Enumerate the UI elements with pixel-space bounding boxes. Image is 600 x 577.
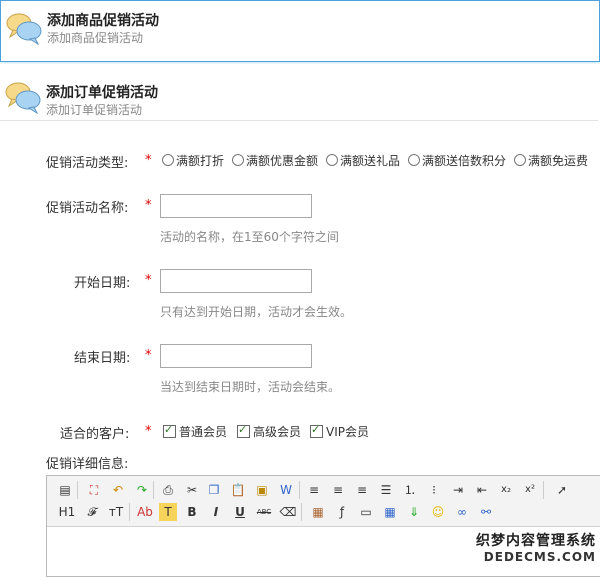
checkbox-vip-member[interactable]: VIP会员 [310,423,369,440]
required-mark: * [145,198,152,213]
radio-discount[interactable]: 满额打折 [162,152,224,169]
indent-icon[interactable]: ⇥ [449,481,467,499]
end-date-input[interactable] [160,344,312,368]
checkbox-checked-icon[interactable] [310,423,323,438]
watermark-line-2: DEDECMS.COM [483,550,596,564]
promotion-name-label: 促销活动名称: [46,201,129,216]
radio-circle-icon[interactable] [514,154,526,166]
image-icon[interactable]: ▦ [309,503,327,521]
cut-icon[interactable]: ✂ [183,481,201,499]
unlink-icon[interactable]: ⚯ [477,503,495,521]
toolbar-separator [77,481,78,499]
toolbar-separator [543,481,544,499]
align-left-icon[interactable]: ≡ [305,481,323,499]
panel-title: 添加订单促销活动 [46,85,158,101]
end-date-label: 结束日期: [74,351,131,366]
watermark-logo: 织梦内容管理系统 DEDECMS.COM [476,530,596,564]
flash-icon[interactable]: ƒ [333,503,351,521]
font-size-dropdown[interactable]: тT [105,503,127,521]
paste-word-icon[interactable]: W [277,481,295,499]
panel-add-goods-promotion[interactable]: 添加商品促销活动 添加商品促销活动 [0,0,600,62]
ordered-list-icon[interactable]: ⒈ [401,481,419,499]
media-icon[interactable]: ▭ [357,503,375,521]
subscript-icon[interactable]: x₂ [497,481,515,499]
promotion-type-label: 促销活动类型: [46,156,129,171]
checkbox-regular-member[interactable]: 普通会员 [163,423,227,440]
italic-button[interactable]: I [207,503,225,521]
radio-circle-icon[interactable] [408,154,420,166]
eraser-icon[interactable]: ⌫ [279,503,297,521]
name-hint: 活动的名称，在1至60个字符之间 [160,230,339,244]
radio-circle-icon[interactable] [326,154,338,166]
paste-icon[interactable]: 📋 [229,481,247,499]
checkbox-senior-member[interactable]: 高级会员 [237,423,301,440]
font-family-dropdown[interactable]: 𝓕 [81,503,103,521]
toolbar-separator [301,503,302,521]
toolbar-separator [129,503,130,521]
heading-dropdown[interactable]: H1 [53,503,81,521]
toolbar-separator [299,481,300,499]
end-date-hint: 当达到结束日期时，活动会结束。 [160,380,341,394]
radio-gift[interactable]: 满额送礼品 [326,152,400,169]
required-mark: * [145,273,152,288]
copy-icon[interactable]: ❐ [205,481,223,499]
redo-icon[interactable]: ↷ [133,481,151,499]
chat-bubbles-icon [6,13,42,45]
select-cursor-icon[interactable]: ➚ [553,481,571,499]
highlight-button[interactable]: T [159,503,177,521]
required-mark: * [145,424,152,439]
required-mark: * [145,348,152,363]
unordered-list-icon[interactable]: ⁝ [425,481,443,499]
radio-points[interactable]: 满额送倍数积分 [408,152,506,169]
customer-label: 适合的客户: [60,427,130,442]
outdent-icon[interactable]: ⇤ [473,481,491,499]
font-color-button[interactable]: Ab [135,503,155,521]
checkbox-checked-icon[interactable] [237,423,250,438]
start-date-input[interactable] [160,269,312,293]
table-icon[interactable]: ▦ [381,503,399,521]
panel-add-order-promotion[interactable]: 添加订单促销活动 添加订单促销活动 [0,64,598,121]
start-date-label: 开始日期: [74,276,131,291]
toolbar-separator [153,481,154,499]
radio-circle-icon[interactable] [162,154,174,166]
chat-bubbles-icon [5,82,41,114]
undo-icon[interactable]: ↶ [109,481,127,499]
radio-free-shipping[interactable]: 满额免运费 [514,152,588,169]
paste-text-icon[interactable]: ▣ [253,481,271,499]
details-label: 促销详细信息: [46,457,129,472]
editor-toolbar: ▤ ⛶ ↶ ↷ ⎙ ✂ ❐ 📋 ▣ W ≡ ≡ ≡ ☰ ⒈ ⁝ ⇥ ⇤ x₂ x… [47,476,600,527]
required-mark: * [145,153,152,168]
align-right-icon[interactable]: ≡ [353,481,371,499]
align-center-icon[interactable]: ≡ [329,481,347,499]
superscript-icon[interactable]: x² [521,481,539,499]
fullscreen-icon[interactable]: ⛶ [85,481,103,499]
strikethrough-button[interactable]: ABC [253,503,275,521]
promotion-name-input[interactable] [160,194,312,218]
radio-amount-off[interactable]: 满额优惠金额 [232,152,318,169]
source-icon[interactable]: ▤ [56,481,74,499]
bold-button[interactable]: B [183,503,201,521]
watermark-line-1: 织梦内容管理系统 [476,533,596,549]
emoticon-icon[interactable]: ☺ [429,503,447,521]
underline-button[interactable]: U [231,503,249,521]
panel-title: 添加商品促销活动 [47,13,159,29]
panel-subtitle: 添加商品促销活动 [47,31,144,45]
panel-subtitle: 添加订单促销活动 [46,103,143,117]
horizontal-rule-icon[interactable]: ⇓ [405,503,423,521]
print-icon[interactable]: ⎙ [159,481,177,499]
checkbox-checked-icon[interactable] [163,423,176,438]
start-date-hint: 只有达到开始日期，活动才会生效。 [160,305,353,319]
align-justify-icon[interactable]: ☰ [377,481,395,499]
radio-circle-icon[interactable] [232,154,244,166]
link-icon[interactable]: ∞ [453,503,471,521]
